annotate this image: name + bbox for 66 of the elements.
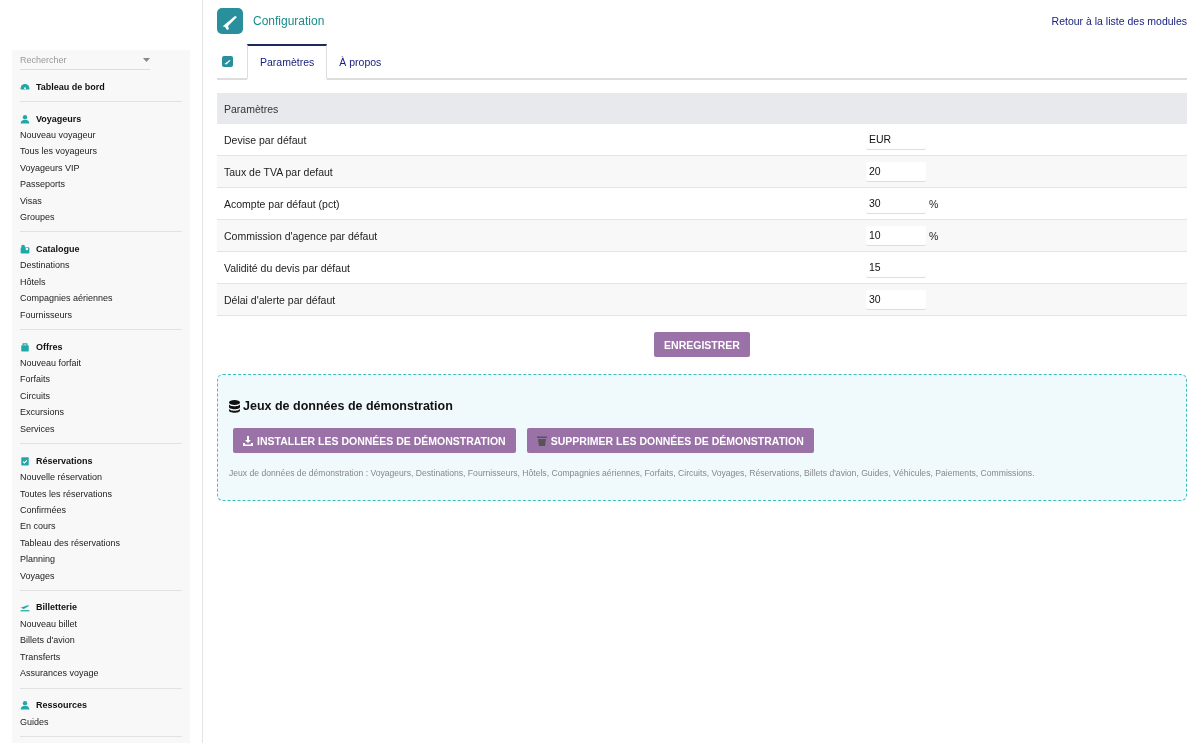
download-icon bbox=[243, 435, 253, 446]
section-title[interactable]: Réservations bbox=[36, 455, 93, 466]
setting-label: Taux de TVA par defaut bbox=[224, 165, 334, 178]
section-title[interactable]: Ressources bbox=[36, 700, 88, 711]
section-header: Paramètres bbox=[217, 93, 1187, 124]
sidebar-item[interactable]: Planning bbox=[20, 551, 182, 568]
demo-note: Jeux de données de démonstration : Voyageurs, Destinations, Fournisseurs, Hôtels, Compagnies aériennes, Forfaits, Circuits, Voyages, Réservations, Billets d'avion, Guides, Véhicules, Paiements, Commissions. bbox=[229, 468, 1036, 478]
sidebar-item[interactable]: Nouveau forfait bbox=[20, 355, 182, 372]
section-title[interactable]: Catalogue bbox=[36, 243, 80, 254]
section-title[interactable]: Offres bbox=[36, 341, 63, 352]
sidebar-item[interactable]: Transferts bbox=[20, 648, 182, 666]
sidebar-item[interactable]: Confirmées bbox=[20, 501, 182, 519]
trash-icon bbox=[536, 435, 547, 446]
sidebar-item[interactable]: Voyages bbox=[20, 567, 182, 584]
sidebar-item[interactable]: Destinations bbox=[20, 257, 182, 274]
sidebar-item[interactable]: Visas bbox=[20, 192, 182, 210]
section-icon bbox=[20, 700, 30, 711]
section-icon bbox=[20, 455, 30, 466]
sidebar-item[interactable]: Nouveau voyageur bbox=[20, 127, 182, 144]
section-title[interactable]: Tableau de bord bbox=[36, 81, 105, 92]
caret-icon bbox=[143, 58, 150, 62]
sidebar-item[interactable]: Nouveau billet bbox=[20, 615, 182, 633]
setting-label: Commission d'agence par défaut bbox=[224, 229, 379, 242]
back-link[interactable]: Retour à la liste des modules bbox=[1051, 15, 1187, 27]
sidebar-item[interactable]: Assurances voyage bbox=[20, 665, 182, 682]
sidebar-item[interactable]: Toutes les réservations bbox=[20, 485, 182, 502]
setting-label: Devise par défaut bbox=[224, 133, 308, 146]
install-button[interactable]: INSTALLER LES DONNÉES DE DÉMONSTRATION bbox=[233, 428, 516, 453]
input-field[interactable]: 30 bbox=[866, 289, 926, 310]
sidebar-item[interactable]: Guides bbox=[20, 713, 182, 730]
database-icon bbox=[229, 399, 240, 413]
section-icon bbox=[20, 81, 30, 92]
setting-label: Délai d'alerte par défaut bbox=[224, 293, 337, 306]
sidebar-item[interactable]: Compagnies aériennes bbox=[20, 290, 182, 307]
sidebar-item[interactable]: En cours bbox=[20, 518, 182, 535]
sidebar-item[interactable]: Groupes bbox=[20, 209, 182, 226]
section-title[interactable]: Voyageurs bbox=[36, 113, 82, 124]
sidebar-item[interactable]: Circuits bbox=[20, 387, 182, 405]
unit-label: % bbox=[929, 197, 939, 210]
input-field[interactable]: 20 bbox=[866, 161, 926, 182]
sidebar-item[interactable]: Voyageurs VIP bbox=[20, 159, 182, 177]
unit-label: % bbox=[929, 229, 939, 242]
sidebar-item[interactable]: Tous les voyageurs bbox=[20, 143, 182, 160]
sidebar-item[interactable]: Fournisseurs bbox=[20, 306, 182, 324]
page-title: Configuration bbox=[253, 14, 325, 28]
section-icon bbox=[20, 602, 30, 613]
sidebar-item[interactable]: Excursions bbox=[20, 404, 182, 421]
section-icon bbox=[20, 341, 30, 352]
sidebar-item[interactable]: Passeports bbox=[20, 176, 182, 193]
tab[interactable]: À propos bbox=[327, 44, 394, 80]
delete-button[interactable]: SUPPRIMER LES DONNÉES DE DÉMONSTRATION bbox=[526, 428, 814, 453]
tab[interactable]: Paramètres bbox=[247, 44, 328, 80]
setting-label: Validité du devis par défaut bbox=[224, 261, 351, 274]
sidebar-item[interactable]: Services bbox=[20, 420, 182, 438]
input-field[interactable]: 10 bbox=[866, 225, 926, 246]
sidebar-item[interactable]: Hôtels bbox=[20, 273, 182, 291]
setting-label: Acompte par défaut (pct) bbox=[224, 197, 341, 210]
save-button[interactable]: ENREGISTRER bbox=[654, 332, 750, 357]
section-icon bbox=[20, 113, 30, 124]
section-title[interactable]: Billetterie bbox=[36, 602, 77, 613]
sidebar-item[interactable]: Forfaits bbox=[20, 371, 182, 388]
sidebar-item[interactable]: Nouvelle réservation bbox=[20, 469, 182, 486]
demo-title: Jeux de données de démonstration bbox=[243, 399, 453, 413]
sidebar-item[interactable]: Tableau des réservations bbox=[20, 534, 182, 552]
sidebar-item[interactable]: Billets d'avion bbox=[20, 632, 182, 649]
section-icon bbox=[20, 243, 30, 254]
